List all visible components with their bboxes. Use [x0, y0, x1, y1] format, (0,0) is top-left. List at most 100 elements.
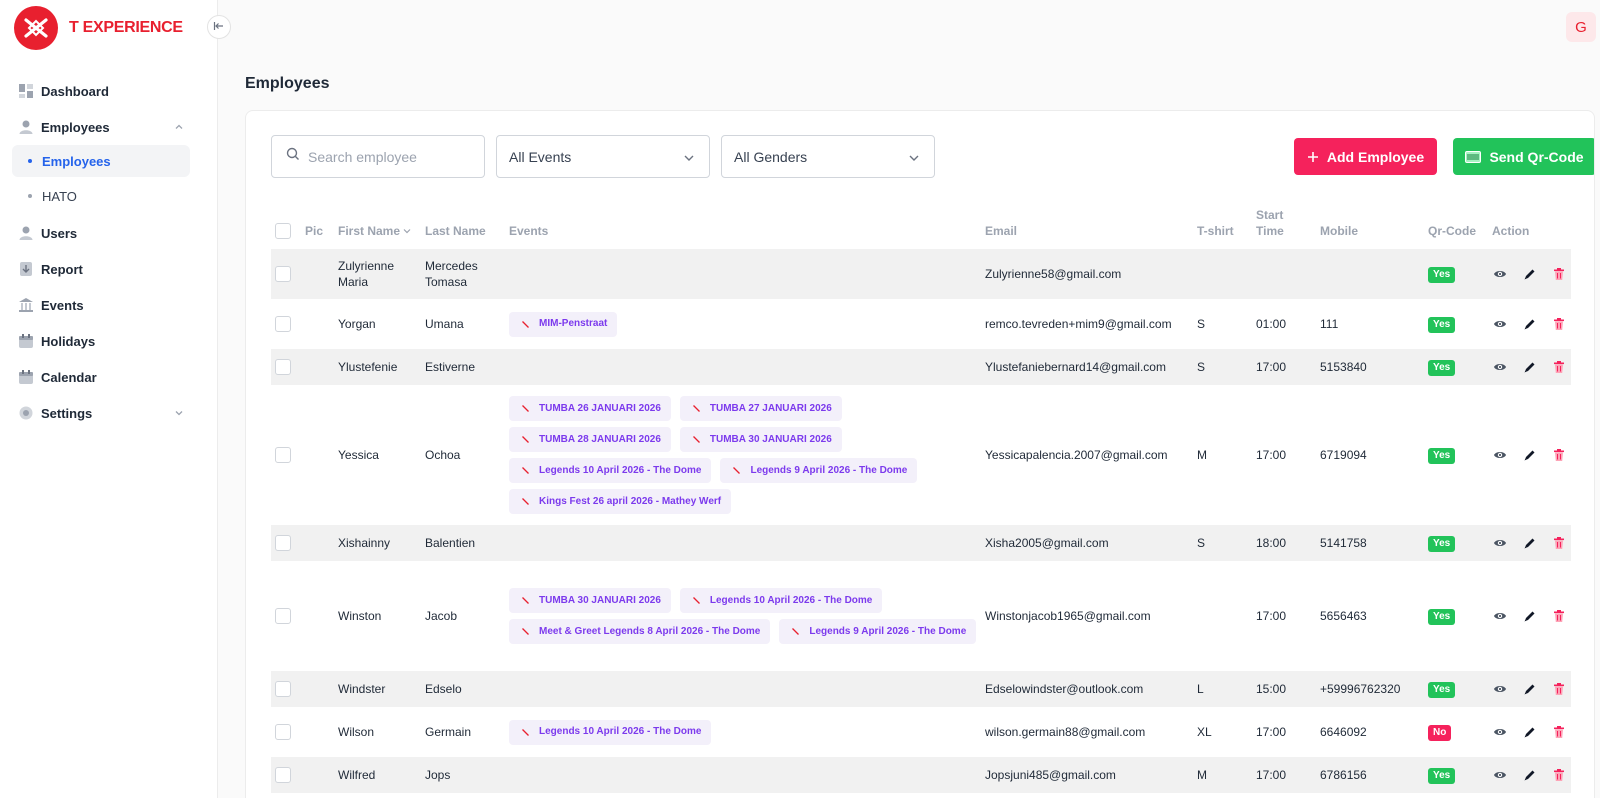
row-checkbox[interactable]: [275, 447, 291, 464]
logo-mark-icon: [14, 6, 58, 50]
sidebar-item-dashboard[interactable]: Dashboard: [12, 73, 190, 109]
row-checkbox[interactable]: [275, 681, 291, 698]
search-box[interactable]: [271, 135, 485, 178]
edit-icon[interactable]: [1522, 681, 1538, 697]
table-row[interactable]: Yessica Ochoa TUMBA 26 JANUARI 2026 TUMBA 2…: [271, 385, 1571, 525]
view-icon[interactable]: [1492, 447, 1508, 463]
table-row[interactable]: Zulyrienne Maria Mercedes Tomasa Zulyrienn…: [271, 249, 1571, 299]
view-icon[interactable]: [1492, 724, 1508, 740]
edit-icon[interactable]: [1522, 316, 1538, 332]
close-icon[interactable]: [791, 627, 800, 636]
close-icon[interactable]: [521, 728, 530, 737]
edit-icon[interactable]: [1522, 767, 1538, 783]
view-icon[interactable]: [1492, 266, 1508, 282]
row-checkbox[interactable]: [275, 359, 291, 376]
row-checkbox[interactable]: [275, 266, 291, 283]
delete-icon[interactable]: [1551, 316, 1567, 332]
send-qr-code-button[interactable]: Send Qr-Code: [1453, 138, 1594, 175]
edit-icon[interactable]: [1522, 447, 1538, 463]
event-chip[interactable]: TUMBA 27 JANUARI 2026: [679, 396, 842, 421]
row-checkbox[interactable]: [275, 535, 291, 552]
close-icon[interactable]: [692, 404, 701, 413]
table-row[interactable]: Ylustefenie Estiverne Ylustefaniebernard14…: [271, 349, 1571, 385]
close-icon[interactable]: [521, 627, 530, 636]
sidebar-item-calendar[interactable]: Calendar: [12, 359, 190, 395]
table-row[interactable]: Xishainny Balentien Xisha2005@gmail.com S 18…: [271, 525, 1571, 561]
first-name-cell: Xishainny: [334, 525, 421, 561]
view-icon[interactable]: [1492, 767, 1508, 783]
event-chip[interactable]: Kings Fest 26 april 2026 - Mathey Werf: [509, 489, 732, 514]
action-cell: [1488, 757, 1571, 793]
select-all-checkbox[interactable]: [275, 223, 291, 239]
close-icon[interactable]: [521, 404, 530, 413]
table-row[interactable]: Yorgan Umana MIM-Penstraat remco.tevreden+m…: [271, 299, 1571, 349]
event-chip[interactable]: Legends 10 April 2026 - The Dome: [509, 719, 712, 745]
add-employee-button[interactable]: Add Employee: [1294, 138, 1437, 175]
sidebar-item-settings[interactable]: Settings: [12, 395, 190, 431]
row-checkbox[interactable]: [275, 608, 291, 625]
close-icon[interactable]: [692, 435, 701, 444]
event-chip[interactable]: Legends 10 April 2026 - The Dome: [679, 588, 883, 613]
delete-icon[interactable]: [1551, 681, 1567, 697]
delete-icon[interactable]: [1551, 767, 1567, 783]
event-chip[interactable]: TUMBA 30 JANUARI 2026: [509, 588, 671, 613]
edit-icon[interactable]: [1522, 535, 1538, 551]
collapse-sidebar-button[interactable]: [207, 15, 231, 39]
sidebar-item-holidays[interactable]: Holidays: [12, 323, 190, 359]
edit-icon[interactable]: [1522, 608, 1538, 624]
sidebar-subitem-employees[interactable]: Employees: [12, 145, 190, 177]
close-icon[interactable]: [732, 466, 741, 475]
mobile-cell: +59996762320: [1316, 671, 1424, 707]
sidebar-item-employees[interactable]: Employees: [12, 109, 190, 145]
events-filter-select[interactable]: All Events: [496, 135, 710, 178]
delete-icon[interactable]: [1551, 359, 1567, 375]
close-icon[interactable]: [692, 596, 701, 605]
sidebar-item-events[interactable]: Events: [12, 287, 190, 323]
view-icon[interactable]: [1492, 316, 1508, 332]
close-icon[interactable]: [521, 466, 530, 475]
view-icon[interactable]: [1492, 681, 1508, 697]
header-first-name[interactable]: First Name: [334, 201, 421, 249]
event-chip[interactable]: TUMBA 28 JANUARI 2026: [509, 427, 671, 452]
row-checkbox[interactable]: [275, 316, 291, 333]
delete-icon[interactable]: [1551, 724, 1567, 740]
delete-icon[interactable]: [1551, 447, 1567, 463]
edit-icon[interactable]: [1522, 266, 1538, 282]
table-row[interactable]: Winston Jacob TUMBA 30 JANUARI 2026 Legends…: [271, 561, 1571, 671]
close-icon[interactable]: [521, 497, 530, 506]
event-chip[interactable]: MIM-Penstraat: [509, 311, 618, 337]
event-chip[interactable]: TUMBA 30 JANUARI 2026: [679, 427, 842, 452]
sidebar-item-users[interactable]: Users: [12, 215, 190, 251]
genders-filter-select[interactable]: All Genders: [721, 135, 935, 178]
delete-icon[interactable]: [1551, 608, 1567, 624]
action-cell: [1488, 349, 1571, 385]
view-icon[interactable]: [1492, 535, 1508, 551]
table-row[interactable]: Wilfred Jops Jopsjuni485@gmail.com M 17:00 67…: [271, 757, 1571, 793]
view-icon[interactable]: [1492, 608, 1508, 624]
delete-icon[interactable]: [1551, 535, 1567, 551]
event-chip[interactable]: Legends 9 April 2026 - The Dome: [779, 619, 977, 644]
table-row[interactable]: Windster Edselo Edselowindster@outlook.com…: [271, 671, 1571, 707]
first-name-cell: Wilfred: [334, 757, 421, 793]
user-avatar[interactable]: G: [1566, 12, 1596, 42]
event-chip[interactable]: Meet & Greet Legends 8 April 2026 - The …: [509, 619, 771, 644]
edit-icon[interactable]: [1522, 359, 1538, 375]
event-chip[interactable]: Legends 10 April 2026 - The Dome: [509, 458, 712, 483]
search-input[interactable]: [308, 148, 468, 165]
row-checkbox[interactable]: [275, 724, 291, 741]
event-chip[interactable]: Legends 9 April 2026 - The Dome: [720, 458, 918, 483]
sidebar-subitem-hato[interactable]: HATO: [12, 180, 190, 212]
row-checkbox[interactable]: [275, 767, 291, 784]
close-icon[interactable]: [521, 596, 530, 605]
sidebar-item-report[interactable]: Report: [12, 251, 190, 287]
email-cell: Ylustefaniebernard14@gmail.com: [981, 349, 1193, 385]
close-icon[interactable]: [521, 435, 530, 444]
event-chip[interactable]: TUMBA 26 JANUARI 2026: [509, 396, 671, 421]
brand-logo[interactable]: T EXPERIENCE: [14, 6, 183, 50]
view-icon[interactable]: [1492, 359, 1508, 375]
delete-icon[interactable]: [1551, 266, 1567, 282]
event-chip-label: Legends 9 April 2026 - The Dome: [750, 464, 908, 476]
edit-icon[interactable]: [1522, 724, 1538, 740]
table-row[interactable]: Wilson Germain Legends 10 April 2026 - The…: [271, 707, 1571, 757]
close-icon[interactable]: [521, 320, 530, 329]
